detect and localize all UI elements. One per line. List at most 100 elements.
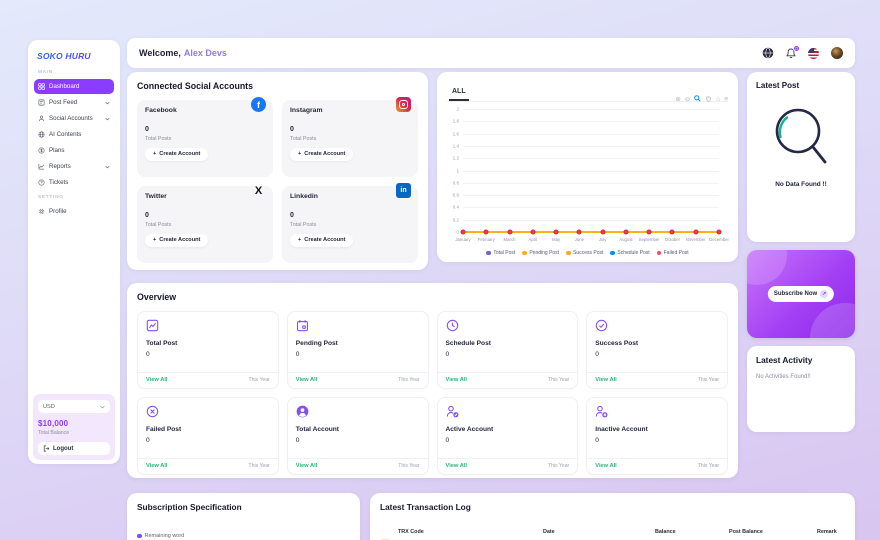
section-title: Subscription Specification [137,502,350,512]
section-title: Latest Activity [756,355,846,365]
sidebar-item-label: Post Feed [49,99,77,106]
view-all-link[interactable]: View All [296,377,318,383]
tab-all[interactable]: ALL [449,88,469,101]
view-all-link[interactable]: View All [595,463,617,469]
logout-button[interactable]: Logout [38,442,110,455]
reports-icon [38,163,45,170]
view-all-link[interactable]: View All [296,463,318,469]
legend-item[interactable]: Success Post [566,250,603,256]
currency-select[interactable]: USD [38,400,110,413]
x-axis-label: May [552,237,560,242]
section-title: Latest Transaction Log [380,502,845,512]
plus-icon: + [153,237,156,243]
sidebar-item-label: AI Contents [49,131,81,138]
x-axis-label: June [575,237,584,242]
user-circle-icon [296,405,309,418]
dashboard-icon [38,83,45,90]
sidebar-item-social-accounts[interactable]: Social Accounts [34,111,114,126]
social-card-twitter: Twitter X 0 Total Posts +Create Account [137,186,273,263]
us-flag-icon[interactable] [808,48,819,59]
data-point [484,230,489,235]
post-feed-icon [38,99,45,106]
legend-item[interactable]: Total Post [486,250,515,256]
zoom-in-icon[interactable]: ⊕ [675,97,680,104]
social-count: 0 [145,126,265,133]
y-tick: 1.2 [453,156,459,161]
create-account-button[interactable]: +Create Account [145,148,208,161]
overview-grid: Total Post 0 View AllThis Year Pending P… [137,311,728,475]
view-all-link[interactable]: View All [146,463,168,469]
sidebar-item-dashboard[interactable]: Dashboard [34,79,114,94]
sidebar-item-label: Profile [49,208,67,215]
data-point [670,230,675,235]
subscribe-now-button[interactable]: Subscribe Now ↗ [768,286,834,302]
x-axis-label: July [599,237,607,242]
latest-post-card: Latest Post No Data Found !! [747,72,855,242]
view-all-link[interactable]: View All [146,377,168,383]
gridline [463,207,719,208]
section-title: Latest Post [756,81,846,90]
total-balance-label: Total Balance [38,430,110,436]
stat-title: Pending Post [296,340,420,347]
notifications-bell-icon[interactable]: 0 [786,48,796,59]
gridline [463,121,719,122]
gridline [463,146,719,147]
language-globe-icon[interactable] [762,47,774,59]
chart-line-icon [146,319,159,332]
data-point [717,230,722,235]
legend-label: Remaining word [145,533,185,539]
empty-state-text: No Data Found !! [756,181,846,188]
home-reset-icon[interactable]: ⌂ [716,97,720,104]
stat-value: 0 [595,351,719,358]
total-posts-label: Total Posts [145,222,265,228]
overview-card: Overview Total Post 0 View AllThis Year … [127,283,738,478]
magnifier-empty-illustration [771,104,831,170]
sidebar-item-tickets[interactable]: Tickets [34,175,114,190]
legend-item[interactable]: Schedule Post [610,250,649,256]
stat-title: Total Account [296,426,420,433]
user-avatar[interactable] [831,47,843,59]
pan-hand-icon[interactable] [705,95,712,105]
spec-legend: Remaining word [137,533,350,539]
data-point [507,230,512,235]
view-all-link[interactable]: View All [595,377,617,383]
y-tick: 2 [456,107,459,112]
sidebar-section-main: MAIN [38,70,114,75]
sidebar-item-plans[interactable]: Plans [34,143,114,158]
period-label: This Year [249,463,270,469]
period-label: This Year [249,377,270,383]
ai-contents-icon [38,131,45,138]
connected-social-accounts-card: Connected Social Accounts Facebook f 0 T… [127,72,428,270]
create-account-button[interactable]: +Create Account [290,234,353,247]
legend-item[interactable]: Failed Post [657,250,689,256]
selection-zoom-icon[interactable] [694,95,701,105]
create-account-button[interactable]: +Create Account [290,148,353,161]
sidebar-item-post-feed[interactable]: Post Feed [34,95,114,110]
period-label: This Year [398,463,419,469]
sidebar-item-ai-contents[interactable]: AI Contents [34,127,114,142]
notification-badge: 0 [793,45,800,52]
y-tick: 0.2 [453,217,459,222]
arrow-up-right-icon: ↗ [820,290,828,298]
chevron-down-icon [105,117,110,121]
legend-dot [610,251,615,256]
legend-item[interactable]: Pending Post [522,250,559,256]
view-all-link[interactable]: View All [446,463,468,469]
x-circle-icon [146,405,159,418]
stat-title: Schedule Post [446,340,570,347]
data-point [647,230,652,235]
zoom-out-icon[interactable]: ⊖ [685,97,690,104]
total-balance-value: $10,000 [38,419,110,428]
decorative-blob [747,250,787,285]
menu-icon[interactable]: ≡ [724,97,728,104]
x-axis-label: April [528,237,537,242]
create-account-button[interactable]: +Create Account [145,234,208,247]
sidebar-item-reports[interactable]: Reports [34,159,114,174]
view-all-link[interactable]: View All [446,377,468,383]
social-card-facebook: Facebook f 0 Total Posts +Create Account [137,100,273,177]
data-point [693,230,698,235]
sidebar-section-setting: SETTING [38,195,114,200]
stat-value: 0 [446,351,570,358]
sidebar-item-profile[interactable]: Profile [34,204,114,219]
column-remark: Remark [817,529,845,535]
